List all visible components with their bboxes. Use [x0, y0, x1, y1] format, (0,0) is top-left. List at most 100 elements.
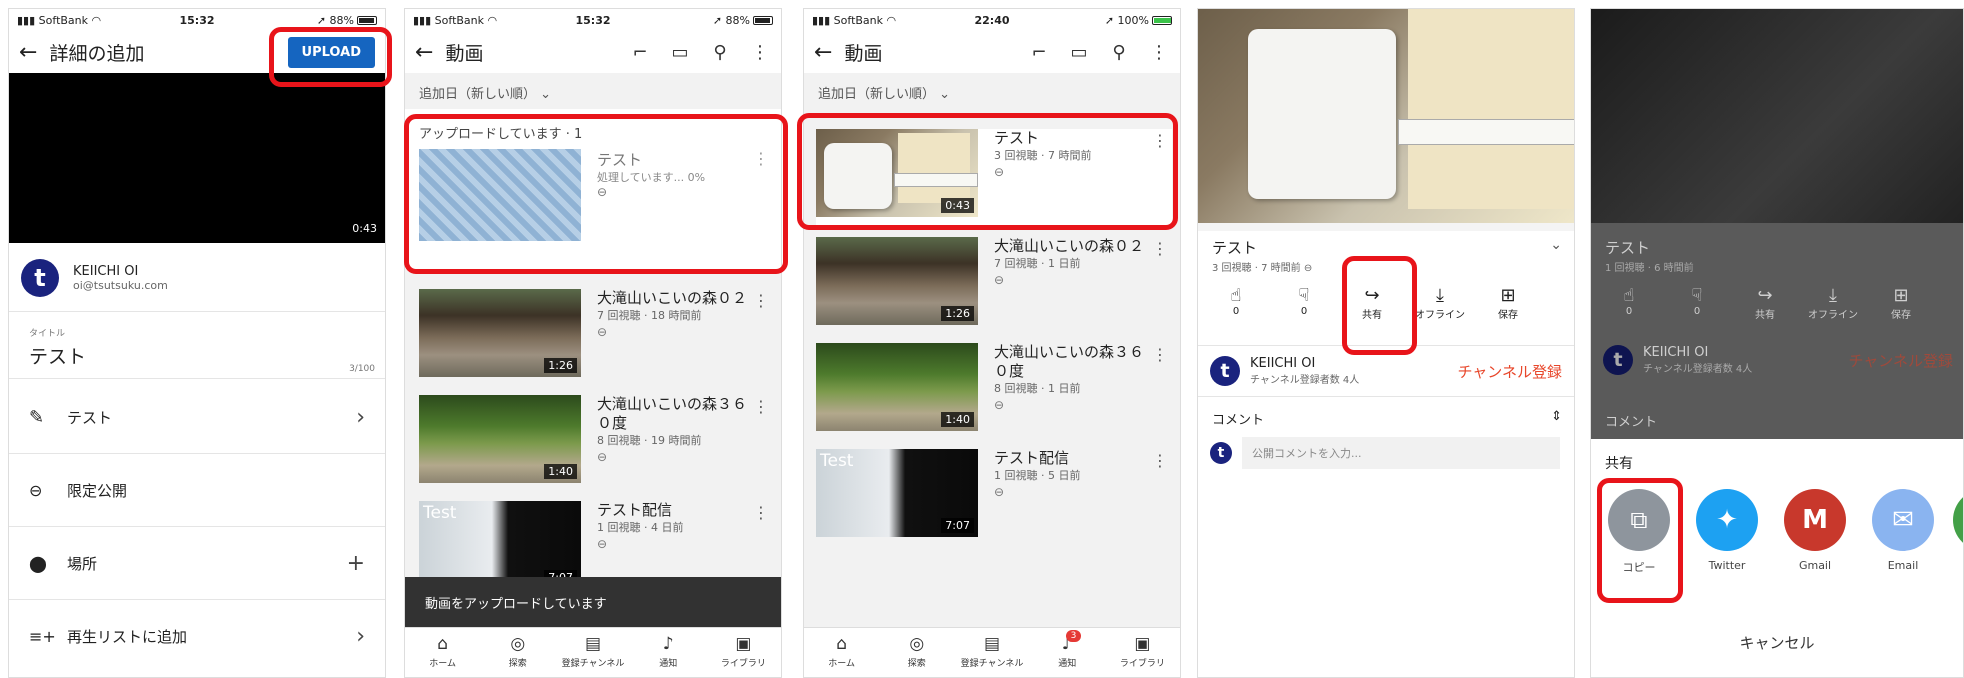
subscribe-button[interactable]: チャンネル登録	[1457, 361, 1562, 382]
comment-input[interactable]: 公開コメントを入力...	[1242, 437, 1560, 469]
share-option-twitter[interactable]: ✦ Twitter	[1689, 489, 1765, 572]
video-list-item[interactable]: 1:40 大滝山いこいの森３６０度 8 回視聴 · 1 日前 ⊖ ⋮	[816, 343, 1172, 435]
tab-subscriptions[interactable]: ▤ 登録チャンネル	[555, 628, 630, 677]
tab-library[interactable]: ▣ ライブラリ	[1105, 628, 1180, 677]
avatar: t	[1603, 345, 1633, 375]
more-vert-icon[interactable]: ⋮	[1152, 345, 1168, 364]
tab-label: 登録チャンネル	[960, 659, 1024, 669]
share-option-more[interactable]	[1953, 489, 1963, 551]
action-label: 0	[1693, 306, 1701, 317]
action-label: 共有	[1755, 310, 1775, 321]
link-icon: ⊖	[29, 480, 43, 500]
wifi-icon: ◠	[886, 13, 897, 27]
video-duration: 7:07	[941, 518, 974, 533]
tab-home[interactable]: ⌂ ホーム	[405, 628, 480, 677]
highlight-copy	[1597, 478, 1683, 603]
tab-subscriptions[interactable]: ▤ 登録チャンネル	[954, 628, 1029, 677]
location-arrow-icon: ➚	[1104, 13, 1115, 27]
tab-explore[interactable]: ◎ 探索	[879, 628, 954, 677]
save-icon: ⊞	[1500, 285, 1516, 306]
tab-label: 通知	[1058, 659, 1077, 669]
carrier-label: SoftBank	[833, 13, 884, 27]
account-name: KEIICHI OI	[73, 264, 139, 279]
search-icon[interactable]: ⚲	[1108, 42, 1130, 63]
chevron-down-icon[interactable]: ⌄	[1550, 237, 1562, 253]
save-button: ⊞ 保存	[1867, 285, 1935, 321]
back-arrow-icon[interactable]: ←	[19, 40, 37, 65]
video-meta: 1 回視聴 · 6 時間前	[1605, 263, 1694, 274]
highlight-share	[1342, 256, 1417, 355]
sort-dropdown[interactable]: 追加日（新しい順） ⌄	[804, 73, 1180, 112]
comments-label: コメント	[1212, 413, 1265, 428]
cast-icon[interactable]: ⌐	[629, 42, 651, 63]
dislike-button[interactable]: ☟ 0	[1270, 285, 1338, 321]
channel-name: KEIICHI OI	[1250, 356, 1316, 371]
title-field[interactable]: タイトル テスト 3/100	[9, 311, 385, 379]
twitter-icon: ✦	[1696, 489, 1758, 551]
tab-notifications[interactable]: ♪ 3 通知	[1030, 628, 1105, 677]
download-icon: ⤓	[1829, 285, 1837, 306]
save-button[interactable]: ⊞ 保存	[1474, 285, 1542, 321]
thumbnail-text: Test	[423, 503, 457, 523]
save-icon: ⊞	[1893, 285, 1909, 306]
action-label: 0	[1232, 306, 1240, 317]
action-label: 保存	[1498, 310, 1518, 321]
subscriptions-icon: ▤	[584, 634, 602, 654]
status-time: 15:32	[179, 13, 215, 27]
battery-icon	[753, 16, 773, 25]
video-list-item[interactable]: 1:26 大滝山いこいの森０２ 7 回視聴 · 18 時間前 ⊖ ⋮	[419, 289, 773, 381]
more-vert-icon[interactable]: ⋮	[753, 503, 769, 522]
dislike-icon: ☟	[1298, 285, 1310, 306]
sort-dropdown[interactable]: 追加日（新しい順） ⌄	[405, 73, 781, 112]
option-row-playlist[interactable]: ≡+ 再生リストに追加 ›	[9, 600, 385, 673]
video-camera-icon[interactable]: ▭	[669, 42, 691, 63]
video-list-item[interactable]: Test 7:07 テスト配信 1 回視聴 · 5 日前 ⊖ ⋮	[816, 449, 1172, 541]
carrier-label: SoftBank	[434, 13, 485, 27]
video-camera-icon[interactable]: ▭	[1068, 42, 1090, 63]
cancel-button[interactable]: キャンセル	[1591, 632, 1963, 653]
bottom-nav: ⌂ ホーム ◎ 探索 ▤ 登録チャンネル ♪ 通知 ▣ ライブラリ	[405, 627, 781, 677]
video-title: テスト配信	[994, 449, 1070, 467]
sort-label: 追加日（新しい順）	[419, 87, 537, 102]
video-preview[interactable]: 0:43	[9, 73, 385, 243]
more-vert-icon[interactable]: ⋮	[753, 397, 769, 416]
tab-notifications[interactable]: ♪ 通知	[631, 628, 706, 677]
more-vert-icon[interactable]: ⋮	[753, 291, 769, 310]
comments-header[interactable]: コメント ⇕	[1212, 409, 1562, 428]
search-icon[interactable]: ⚲	[709, 42, 731, 63]
back-arrow-icon[interactable]: ←	[415, 40, 433, 65]
video-duration: 0:43	[352, 222, 377, 235]
snackbar: 動画をアップロードしています	[405, 577, 781, 627]
option-row-visibility[interactable]: ⊖ 限定公開	[9, 454, 385, 527]
more-vert-icon[interactable]: ⋮	[1152, 451, 1168, 470]
like-button[interactable]: ☝ 0	[1202, 285, 1270, 321]
option-row-description[interactable]: ✎ テスト ›	[9, 381, 385, 454]
more-vert-icon[interactable]: ⋮	[749, 42, 771, 63]
back-arrow-icon[interactable]: ←	[814, 40, 832, 65]
action-label: 保存	[1891, 310, 1911, 321]
share-option-email[interactable]: ✉ Email	[1865, 489, 1941, 572]
cast-icon[interactable]: ⌐	[1028, 42, 1050, 63]
video-player[interactable]	[1198, 9, 1574, 223]
video-list-item[interactable]: 1:40 大滝山いこいの森３６０度 8 回視聴 · 19 時間前 ⊖ ⋮	[419, 395, 773, 487]
link-icon: ⊖	[597, 325, 608, 339]
more-vert-icon[interactable]: ⋮	[1148, 42, 1170, 63]
highlight-upload	[269, 27, 392, 87]
app-bar: ← 動画 ⌐ ▭ ⚲ ⋮	[405, 31, 781, 73]
share-option-gmail[interactable]: M Gmail	[1777, 489, 1853, 572]
bell-icon: ♪	[662, 634, 674, 654]
account-row: t KEIICHI OI oi@tsutsuku.com	[21, 259, 168, 297]
share-icon: ↪	[1757, 285, 1773, 306]
tab-home[interactable]: ⌂ ホーム	[804, 628, 879, 677]
video-thumbnail: 1:26	[816, 237, 978, 325]
notification-badge: 3	[1065, 630, 1082, 642]
option-row-location[interactable]: ⬤ 場所 +	[9, 527, 385, 600]
wifi-icon: ◠	[487, 13, 498, 27]
avatar: t	[21, 259, 59, 297]
tab-explore[interactable]: ◎ 探索	[480, 628, 555, 677]
tab-library[interactable]: ▣ ライブラリ	[706, 628, 781, 677]
video-thumbnail: 1:26	[419, 289, 581, 377]
more-vert-icon[interactable]: ⋮	[1152, 239, 1168, 258]
video-list-item[interactable]: 1:26 大滝山いこいの森０２ 7 回視聴 · 1 日前 ⊖ ⋮	[816, 237, 1172, 329]
video-meta: 8 回視聴 · 1 日前	[994, 382, 1081, 395]
